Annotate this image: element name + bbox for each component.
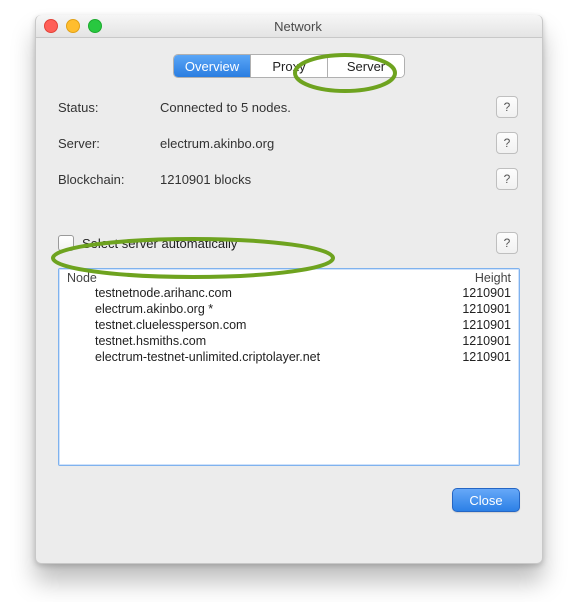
help-server-button[interactable]: ? [496, 132, 518, 154]
table-header: Node Height [59, 269, 519, 285]
help-status-button[interactable]: ? [496, 96, 518, 118]
cell-node: testnet.hsmiths.com [67, 333, 439, 349]
node-table[interactable]: Node Height testnetnode.arihanc.com 1210… [58, 268, 520, 466]
auto-select-row: Select server automatically [58, 235, 496, 251]
cell-node: electrum.akinbo.org * [67, 301, 439, 317]
tab-overview[interactable]: Overview [174, 55, 251, 77]
table-row[interactable]: testnetnode.arihanc.com 1210901 [67, 285, 511, 301]
status-label: Status: [58, 100, 160, 115]
tab-segmented-control: Overview Proxy Server [173, 54, 405, 78]
auto-row: Select server automatically ? [58, 232, 520, 254]
help-auto-button[interactable]: ? [496, 232, 518, 254]
table-row[interactable]: electrum.akinbo.org * 1210901 [67, 301, 511, 317]
cell-node: electrum-testnet-unlimited.criptolayer.n… [67, 349, 439, 365]
auto-select-label: Select server automatically [82, 236, 237, 251]
server-label: Server: [58, 136, 160, 151]
content-area: Overview Proxy Server Status: Connected … [36, 38, 542, 466]
table-row[interactable]: testnet.cluelessperson.com 1210901 [67, 317, 511, 333]
blockchain-label: Blockchain: [58, 172, 160, 187]
cell-height: 1210901 [439, 301, 511, 317]
cell-height: 1210901 [439, 285, 511, 301]
tab-proxy[interactable]: Proxy [251, 55, 328, 77]
col-node[interactable]: Node [67, 271, 439, 285]
info-grid: Status: Connected to 5 nodes. ? Server: … [58, 96, 520, 190]
tab-server[interactable]: Server [328, 55, 404, 77]
status-value: Connected to 5 nodes. [160, 100, 496, 115]
titlebar[interactable]: Network [36, 15, 542, 38]
table-row[interactable]: electrum-testnet-unlimited.criptolayer.n… [67, 349, 511, 365]
cell-node: testnetnode.arihanc.com [67, 285, 439, 301]
window-title: Network [54, 19, 542, 34]
col-height[interactable]: Height [439, 271, 511, 285]
spacer [58, 190, 520, 232]
shadow [36, 535, 542, 564]
dialog-footer: Close [36, 466, 542, 512]
table-body: testnetnode.arihanc.com 1210901 electrum… [59, 285, 519, 365]
help-blockchain-button[interactable]: ? [496, 168, 518, 190]
close-button[interactable]: Close [452, 488, 520, 512]
cell-height: 1210901 [439, 317, 511, 333]
auto-select-checkbox[interactable] [58, 235, 74, 251]
server-value: electrum.akinbo.org [160, 136, 496, 151]
network-dialog: Network Overview Proxy Server Status: Co… [35, 15, 543, 564]
table-row[interactable]: testnet.hsmiths.com 1210901 [67, 333, 511, 349]
cell-node: testnet.cluelessperson.com [67, 317, 439, 333]
blockchain-value: 1210901 blocks [160, 172, 496, 187]
cell-height: 1210901 [439, 349, 511, 365]
cell-height: 1210901 [439, 333, 511, 349]
